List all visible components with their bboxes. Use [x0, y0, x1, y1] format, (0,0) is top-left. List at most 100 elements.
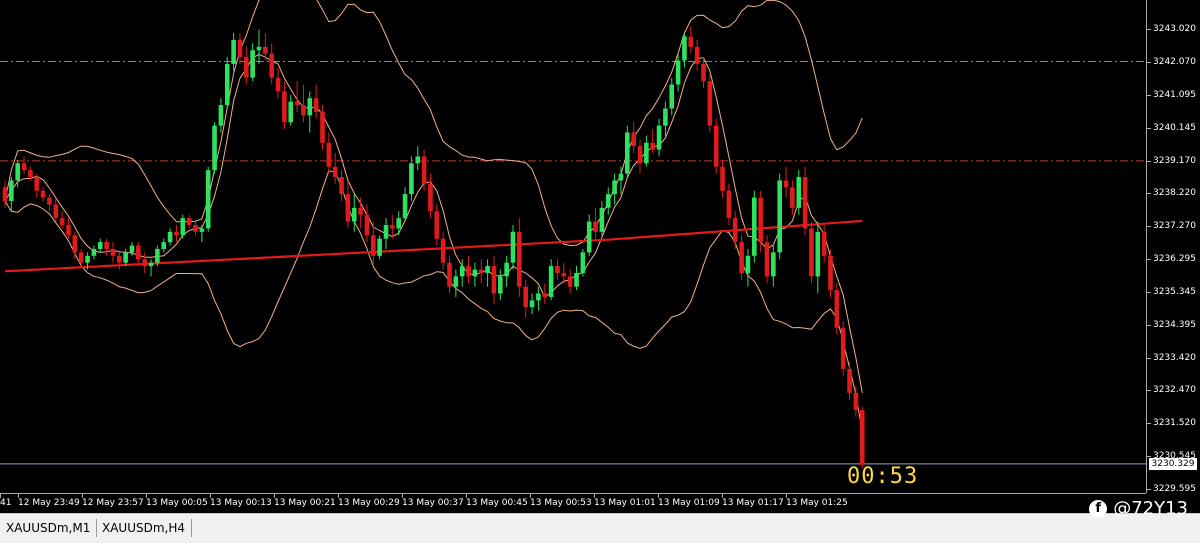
candle-body [637, 146, 643, 164]
price-tick-mark [1147, 160, 1151, 162]
time-tick-mark [466, 494, 467, 498]
candle-body [345, 194, 351, 222]
price-tick-mark [1147, 357, 1151, 359]
time-tick-mark [338, 494, 339, 498]
candle-body [2, 187, 8, 202]
candle-body [802, 177, 808, 229]
bollinger-upper [4, 0, 863, 247]
candle-body [66, 224, 71, 236]
candle-body [307, 98, 313, 116]
watermark-text: @72Y13 [1113, 498, 1188, 519]
candle-body [358, 207, 363, 215]
time-axis[interactable]: 41 12 May 23:49 12 May 23:57 13 May 00:05 13… [0, 493, 1146, 513]
candle-body [828, 255, 833, 291]
price-tick-mark [1147, 29, 1151, 30]
price-tick-label: 3234.395 [1153, 319, 1196, 330]
time-tick-mark [530, 494, 531, 498]
candle-body [504, 262, 509, 277]
candle-body [390, 224, 395, 229]
candle-body [351, 207, 357, 222]
candle-body [332, 166, 338, 178]
candle-body [523, 286, 528, 308]
candle-body [720, 166, 725, 191]
candle-body [453, 276, 459, 287]
time-tick-mark [722, 494, 723, 498]
candle-body [701, 63, 706, 82]
candle-body [421, 156, 427, 184]
candle-body [574, 272, 579, 287]
price-tick-mark [1147, 259, 1151, 261]
candle-body [739, 242, 744, 273]
candle-body [669, 84, 675, 109]
candle-body [783, 180, 789, 188]
candle-body [821, 231, 827, 256]
candle-body [47, 197, 52, 205]
candle-body [542, 293, 548, 297]
candle-body [212, 125, 217, 171]
bar-countdown: 00:53 [847, 464, 919, 489]
price-tick-mark [1147, 127, 1151, 129]
candle-body [796, 177, 802, 208]
time-tick-label: 13 May 00:45 [466, 498, 528, 508]
price-tick-label: 3239.170 [1153, 155, 1196, 166]
candle-body [434, 211, 440, 239]
candle-body [758, 197, 763, 243]
candle-body [485, 266, 490, 273]
candle-body [148, 262, 154, 267]
candle-body [510, 231, 516, 263]
candle-body [859, 410, 865, 465]
candle-body [155, 248, 160, 263]
candle-body [478, 269, 484, 273]
candle-body [396, 218, 401, 229]
candle-body [567, 276, 573, 287]
candle-body [224, 63, 230, 106]
candle-body [288, 101, 294, 123]
candle-body [123, 252, 128, 263]
candle-body [9, 180, 14, 202]
price-tick-mark [1147, 61, 1151, 63]
price-tick-label: 3241.095 [1153, 89, 1196, 100]
price-tick-mark [1147, 226, 1151, 228]
candle-body [440, 238, 446, 263]
candle-body [688, 36, 694, 47]
candle-body [263, 46, 268, 54]
candle-body [193, 224, 198, 232]
price-axis[interactable]: 3243.020 3242.070 3241.095 3240.145 3239.170… [1146, 0, 1200, 494]
chart-area[interactable]: 00:53 [0, 0, 1146, 493]
price-tick-mark [1147, 193, 1151, 195]
candle-body [409, 163, 414, 195]
candle-body [364, 214, 370, 236]
candle-body [97, 242, 103, 249]
candle-body [53, 204, 59, 219]
candle-body [136, 245, 141, 260]
price-tick-label: 3242.070 [1153, 56, 1196, 67]
candle-body [383, 224, 389, 239]
candle-body [656, 125, 662, 150]
tab-xauusd-m1[interactable]: XAUUSDm,M1 [0, 519, 98, 537]
candle-body [529, 300, 535, 308]
time-tick-mark [658, 494, 659, 498]
candle-body [72, 235, 78, 253]
tab-xauusd-h4[interactable]: XAUUSDm,H4 [96, 519, 193, 537]
candle-body [745, 255, 751, 273]
candle-body [771, 252, 776, 277]
price-tick-label: 3235.345 [1153, 286, 1196, 297]
candle-body [694, 46, 700, 64]
time-tick-label: 13 May 00:53 [530, 498, 592, 508]
candle-body [459, 266, 465, 277]
candle-body [586, 221, 592, 253]
candle-body [625, 132, 630, 174]
time-tick-mark [82, 494, 83, 498]
time-tick-label: 13 May 01:01 [594, 498, 656, 508]
time-tick-label: 13 May 01:25 [786, 498, 848, 508]
candle-body [377, 238, 382, 256]
candle-body [605, 194, 611, 208]
candle-body [618, 173, 624, 181]
candle-body [282, 91, 287, 123]
price-chart[interactable] [0, 0, 1146, 493]
time-tick-label: 13 May 00:21 [274, 498, 336, 508]
price-tick-label: 3232.470 [1153, 385, 1196, 396]
candle-body [472, 269, 478, 277]
candle-body [40, 190, 46, 198]
current-price-label: 3230.329 [1149, 457, 1197, 470]
